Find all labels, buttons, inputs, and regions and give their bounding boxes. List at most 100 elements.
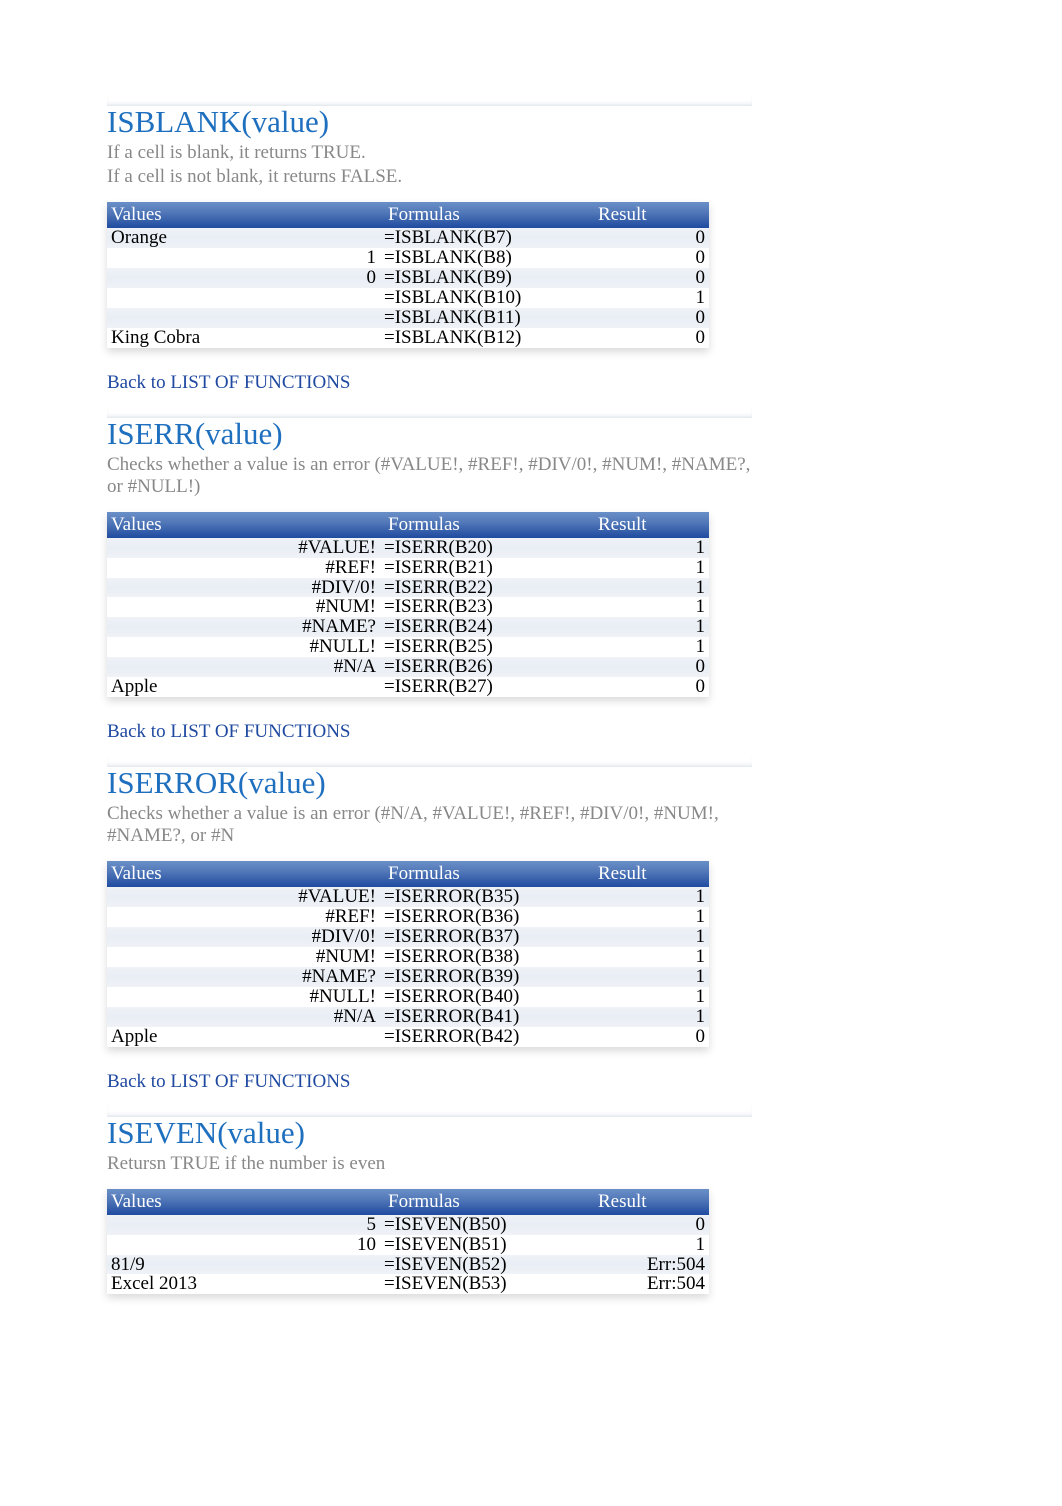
column-header-result: Result (592, 512, 709, 538)
cell-value: #NAME? (107, 967, 380, 987)
function-description: Checks whether a value is an error (#N/A… (107, 803, 752, 847)
cell-value (107, 308, 380, 328)
function-table: ValuesFormulasResult#VALUE!=ISERR(B20)1#… (107, 512, 709, 698)
cell-value: Apple (107, 1027, 380, 1047)
cell-formula: =ISERROR(B35) (380, 887, 592, 907)
cell-value: #REF! (107, 558, 380, 578)
column-header-formulas: Formulas (380, 1189, 592, 1215)
table-row: #NUM!=ISERR(B23)1 (107, 597, 709, 617)
cell-result: 0 (592, 677, 709, 697)
cell-value: #N/A (107, 657, 380, 677)
cell-value: #NUM! (107, 947, 380, 967)
cell-formula: =ISERR(B23) (380, 597, 592, 617)
table-row: #VALUE!=ISERR(B20)1 (107, 538, 709, 558)
function-title: ISEVEN(value) (107, 1111, 752, 1151)
cell-value: #NULL! (107, 637, 380, 657)
cell-result: 0 (592, 268, 709, 288)
cell-value: 81/9 (107, 1255, 380, 1275)
table-row: #NAME?=ISERROR(B39)1 (107, 967, 709, 987)
cell-result: 1 (592, 987, 709, 1007)
function-table: ValuesFormulasResult5=ISEVEN(B50)010=ISE… (107, 1189, 709, 1295)
cell-value: #NUM! (107, 597, 380, 617)
cell-result: 0 (592, 1215, 709, 1235)
cell-value: 5 (107, 1215, 380, 1235)
cell-formula: =ISERROR(B36) (380, 907, 592, 927)
cell-formula: =ISERR(B27) (380, 677, 592, 697)
table-row: 0=ISBLANK(B9)0 (107, 268, 709, 288)
cell-value: Apple (107, 677, 380, 697)
cell-value: #NAME? (107, 617, 380, 637)
function-section: ISBLANK(value)If a cell is blank, it ret… (107, 100, 752, 394)
function-section: ISERR(value)Checks whether a value is an… (107, 412, 752, 744)
table-row: #DIV/0!=ISERR(B22)1 (107, 578, 709, 598)
cell-value: #DIV/0! (107, 927, 380, 947)
cell-formula: =ISERR(B20) (380, 538, 592, 558)
cell-result: 1 (592, 578, 709, 598)
table-row: #REF!=ISERR(B21)1 (107, 558, 709, 578)
cell-result: 1 (592, 558, 709, 578)
cell-formula: =ISEVEN(B51) (380, 1235, 592, 1255)
table-row: #NULL!=ISERR(B25)1 (107, 637, 709, 657)
table-row: 81/9=ISEVEN(B52)Err:504 (107, 1255, 709, 1275)
column-header-result: Result (592, 202, 709, 228)
column-header-formulas: Formulas (380, 861, 592, 887)
cell-value: 10 (107, 1235, 380, 1255)
cell-formula: =ISERROR(B41) (380, 1007, 592, 1027)
table-row: #DIV/0!=ISERROR(B37)1 (107, 927, 709, 947)
column-header-formulas: Formulas (380, 202, 592, 228)
table-row: King Cobra=ISBLANK(B12)0 (107, 328, 709, 348)
cell-formula: =ISERROR(B42) (380, 1027, 592, 1047)
cell-formula: =ISERROR(B37) (380, 927, 592, 947)
cell-formula: =ISBLANK(B11) (380, 308, 592, 328)
cell-value: 0 (107, 268, 380, 288)
cell-result: 1 (592, 947, 709, 967)
function-description: If a cell is blank, it returns TRUE. (107, 142, 752, 164)
cell-formula: =ISBLANK(B10) (380, 288, 592, 308)
function-description: Checks whether a value is an error (#VAL… (107, 454, 752, 498)
cell-formula: =ISERR(B22) (380, 578, 592, 598)
cell-value: 1 (107, 248, 380, 268)
cell-formula: =ISERROR(B40) (380, 987, 592, 1007)
cell-result: 0 (592, 1027, 709, 1047)
table-row: #NUM!=ISERROR(B38)1 (107, 947, 709, 967)
table-row: =ISBLANK(B10)1 (107, 288, 709, 308)
column-header-result: Result (592, 1189, 709, 1215)
cell-result: 1 (592, 887, 709, 907)
table-row: 10=ISEVEN(B51)1 (107, 1235, 709, 1255)
table-row: Apple=ISERROR(B42)0 (107, 1027, 709, 1047)
back-to-functions-link[interactable]: Back to LIST OF FUNCTIONS (107, 721, 752, 743)
table-row: =ISBLANK(B11)0 (107, 308, 709, 328)
table-row: #NULL!=ISERROR(B40)1 (107, 987, 709, 1007)
cell-result: 1 (592, 967, 709, 987)
cell-result: 0 (592, 228, 709, 248)
cell-value: #VALUE! (107, 538, 380, 558)
cell-formula: =ISBLANK(B7) (380, 228, 592, 248)
cell-result: 1 (592, 288, 709, 308)
cell-result: Err:504 (592, 1274, 709, 1294)
table-row: Apple=ISERR(B27)0 (107, 677, 709, 697)
column-header-result: Result (592, 861, 709, 887)
cell-value: #DIV/0! (107, 578, 380, 598)
table-row: #REF!=ISERROR(B36)1 (107, 907, 709, 927)
cell-value: #N/A (107, 1007, 380, 1027)
cell-result: 1 (592, 907, 709, 927)
back-to-functions-link[interactable]: Back to LIST OF FUNCTIONS (107, 372, 752, 394)
cell-result: 0 (592, 248, 709, 268)
column-header-values: Values (107, 1189, 380, 1215)
cell-formula: =ISERR(B24) (380, 617, 592, 637)
cell-result: 1 (592, 538, 709, 558)
cell-formula: =ISERROR(B38) (380, 947, 592, 967)
cell-value: Orange (107, 228, 380, 248)
cell-formula: =ISERR(B25) (380, 637, 592, 657)
cell-result: 0 (592, 657, 709, 677)
column-header-values: Values (107, 512, 380, 538)
cell-result: 1 (592, 927, 709, 947)
back-to-functions-link[interactable]: Back to LIST OF FUNCTIONS (107, 1071, 752, 1093)
table-row: 5=ISEVEN(B50)0 (107, 1215, 709, 1235)
cell-result: 0 (592, 308, 709, 328)
function-table: ValuesFormulasResultOrange=ISBLANK(B7)01… (107, 202, 709, 348)
table-row: Orange=ISBLANK(B7)0 (107, 228, 709, 248)
table-row: #NAME?=ISERR(B24)1 (107, 617, 709, 637)
function-table: ValuesFormulasResult#VALUE!=ISERROR(B35)… (107, 861, 709, 1047)
function-title: ISERR(value) (107, 412, 752, 452)
